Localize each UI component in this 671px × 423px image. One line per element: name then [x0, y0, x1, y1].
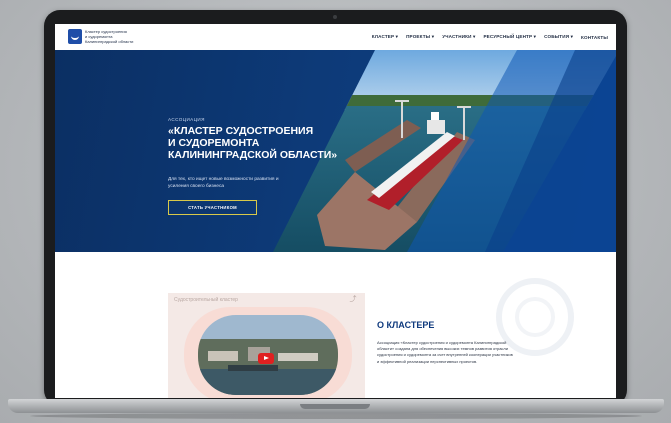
about-section: Судостроительный кластер ⤴ О КЛАСТЕРЕ Ас…: [55, 252, 616, 398]
video-thumbnail: [184, 307, 352, 398]
nav-item-resource-center[interactable]: РЕСУРСНЫЙ ЦЕНТР ▾: [483, 34, 536, 40]
laptop-screen: Кластер судостроения и судоремонта Калин…: [55, 24, 616, 398]
anchor-logo-icon[interactable]: [68, 29, 82, 44]
share-icon[interactable]: ⤴: [349, 296, 357, 304]
video-title: Судостроительный кластер: [174, 297, 238, 303]
nav-item-events[interactable]: СОБЫТИЯ ▾: [544, 34, 573, 40]
nav-item-contacts[interactable]: КОНТАКТЫ: [581, 35, 608, 40]
video-player[interactable]: Судостроительный кластер ⤴: [168, 293, 365, 398]
become-member-button[interactable]: СТАТЬ УЧАСТНИКОМ: [168, 200, 257, 215]
hero-title: «КЛАСТЕР СУДОСТРОЕНИЯ И СУДОРЕМОНТА КАЛИ…: [168, 125, 338, 161]
laptop-notch: [300, 404, 370, 409]
site-header: Кластер судостроения и судоремонта Калин…: [55, 24, 616, 50]
hero-subtitle: Для тех, кто ищет новые возможности разв…: [168, 177, 279, 189]
logo-line: Калининградской области: [85, 39, 134, 44]
nav-item-projects[interactable]: ПРОЕКТЫ ▾: [406, 34, 434, 40]
hero-eyebrow: АССОЦИАЦИЯ: [168, 117, 205, 122]
main-nav: КЛАСТЕР ▾ ПРОЕКТЫ ▾ УЧАСТНИКИ ▾ РЕСУРСНЫ…: [372, 24, 608, 50]
nav-item-cluster[interactable]: КЛАСТЕР ▾: [372, 34, 398, 40]
logo-text[interactable]: Кластер судостроения и судоремонта Калин…: [85, 29, 145, 44]
about-body: Ассоциация «Кластер судостроения и судор…: [377, 340, 513, 364]
hero-title-line: И СУДОРЕМОНТА: [168, 137, 260, 149]
camera: [333, 15, 337, 19]
laptop-lid: Кластер судостроения и судоремонта Калин…: [44, 10, 627, 406]
nav-item-members[interactable]: УЧАСТНИКИ ▾: [442, 34, 475, 40]
hero-section: АССОЦИАЦИЯ «КЛАСТЕР СУДОСТРОЕНИЯ И СУДОР…: [55, 50, 616, 252]
about-title: О КЛАСТЕРЕ: [377, 320, 435, 330]
laptop-shadow: [30, 413, 642, 419]
hero-title-line: «КЛАСТЕР СУДОСТРОЕНИЯ: [168, 125, 314, 137]
play-icon[interactable]: [258, 353, 274, 364]
hero-title-line: КАЛИНИНГРАДСКОЙ ОБЛАСТИ»: [168, 149, 338, 161]
